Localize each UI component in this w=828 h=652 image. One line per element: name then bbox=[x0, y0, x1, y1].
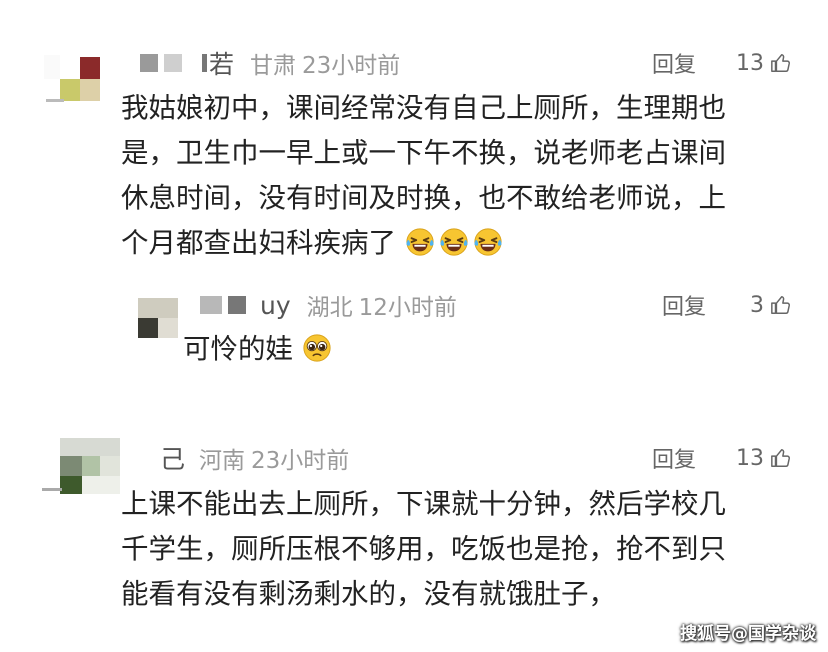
like-count: 13 bbox=[736, 445, 764, 471]
comment-actions: 回复 13 bbox=[652, 46, 792, 80]
region-label: 甘肃 bbox=[250, 53, 297, 79]
username-blur bbox=[228, 296, 246, 314]
comment-line-with-emoji: 个月都查出妇科疾病了 bbox=[121, 221, 726, 266]
reply-button[interactable]: 回复 bbox=[652, 442, 736, 474]
thumbs-up-icon[interactable] bbox=[770, 52, 792, 74]
comment-item: 己 河南 23小时前 回复 13 上课不能出去上厕所，下课就十分钟，然后学校几 … bbox=[0, 400, 828, 652]
comment-meta: 若 甘肃 23小时前 bbox=[140, 46, 400, 80]
comment-actions: 回复 13 bbox=[652, 441, 792, 475]
grin-squint-tears-emoji bbox=[440, 228, 468, 256]
username[interactable]: 若 bbox=[209, 45, 234, 81]
username-blur bbox=[164, 54, 182, 72]
comment-line: 可怜的娃 bbox=[183, 333, 293, 365]
reply-comment-item: uy 湖北 12小时前 回复 3 可怜的娃 bbox=[0, 280, 828, 400]
comment-line: 我姑娘初中，课间经常没有自己上厕所，生理期也 bbox=[121, 92, 726, 124]
comment-item: 若 甘肃 23小时前 回复 13 我姑娘初中，课间经常没有自己上厕所，生理期也 … bbox=[0, 0, 828, 280]
region-label: 河南 bbox=[199, 448, 246, 474]
comment-line: 千学生，厕所压根不够用，吃饭也是抢，抢不到只 bbox=[121, 533, 726, 565]
username-blur bbox=[200, 296, 222, 314]
like-count: 13 bbox=[736, 50, 764, 76]
avatar[interactable] bbox=[42, 438, 122, 496]
username[interactable]: uy bbox=[260, 291, 291, 320]
thumbs-up-icon[interactable] bbox=[770, 294, 792, 316]
username-blur bbox=[202, 54, 207, 72]
comment-line: 休息时间，没有时间及时换，也不敢给老师说，上 bbox=[121, 182, 726, 214]
comment-line: 个月都查出妇科疾病了 bbox=[121, 227, 396, 259]
avatar[interactable] bbox=[44, 55, 104, 103]
comment-actions: 回复 3 bbox=[662, 288, 792, 322]
comment-line: 是，卫生巾一早上或一下午不换，说老师老占课间 bbox=[121, 137, 726, 169]
timestamp: 12小时前 bbox=[358, 295, 457, 321]
comment-meta: 己 河南 23小时前 bbox=[160, 441, 349, 475]
watermark: 搜狐号@国学杂谈 bbox=[680, 624, 816, 644]
grin-squint-tears-emoji bbox=[406, 228, 434, 256]
avatar[interactable] bbox=[138, 298, 184, 342]
username[interactable]: 己 bbox=[160, 440, 185, 476]
reply-button[interactable]: 回复 bbox=[652, 47, 736, 79]
username-blur bbox=[140, 54, 158, 72]
comment-line: 能看有没有剩汤剩水的，没有就饿肚子， bbox=[121, 578, 616, 610]
comment-meta: uy 湖北 12小时前 bbox=[200, 288, 457, 322]
comment-body: 我姑娘初中，课间经常没有自己上厕所，生理期也 是，卫生巾一早上或一下午不换，说老… bbox=[121, 86, 726, 266]
timestamp: 23小时前 bbox=[251, 448, 350, 474]
pleading-face-emoji bbox=[303, 334, 331, 362]
comment-line: 上课不能出去上厕所，下课就十分钟，然后学校几 bbox=[121, 488, 726, 520]
grin-squint-tears-emoji bbox=[474, 228, 502, 256]
comment-body: 可怜的娃 bbox=[183, 327, 336, 372]
thumbs-up-icon[interactable] bbox=[770, 447, 792, 469]
region-label: 湖北 bbox=[306, 295, 353, 321]
reply-button[interactable]: 回复 bbox=[662, 289, 736, 321]
timestamp: 23小时前 bbox=[302, 53, 401, 79]
like-count: 3 bbox=[750, 292, 764, 318]
comment-body: 上课不能出去上厕所，下课就十分钟，然后学校几 千学生，厕所压根不够用，吃饭也是抢… bbox=[121, 482, 726, 617]
